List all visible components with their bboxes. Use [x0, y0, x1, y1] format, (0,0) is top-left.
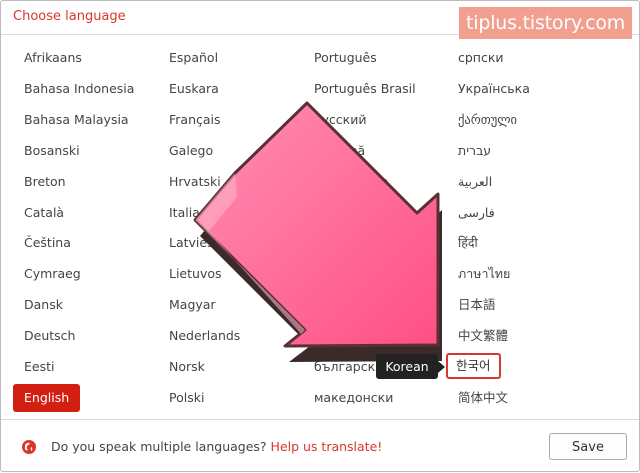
- language-option[interactable]: ภาษาไทย: [458, 266, 510, 282]
- language-option[interactable]: Breton: [24, 174, 66, 190]
- language-option[interactable]: ქართული: [458, 112, 517, 128]
- language-option[interactable]: 中文繁體: [458, 328, 508, 344]
- save-button[interactable]: Save: [549, 433, 627, 460]
- language-option[interactable]: Polski: [169, 390, 204, 406]
- language-option-selected[interactable]: English: [13, 384, 81, 412]
- language-option[interactable]: Eesti: [24, 359, 54, 375]
- footer-question: Do you speak multiple languages? Help us…: [51, 439, 382, 454]
- help-translate-link[interactable]: Help us translate!: [271, 439, 383, 454]
- language-option[interactable]: 简体中文: [458, 390, 508, 406]
- language-tooltip: Korean: [376, 354, 438, 379]
- language-option[interactable]: हिंदी: [458, 235, 478, 251]
- language-option[interactable]: Ελληνικά: [314, 328, 371, 344]
- language-option[interactable]: македонски: [314, 390, 393, 406]
- language-option[interactable]: Català: [24, 205, 64, 221]
- language-option[interactable]: Español: [169, 50, 218, 66]
- language-option[interactable]: Norsk: [169, 359, 205, 375]
- language-option[interactable]: Русский: [314, 112, 366, 128]
- language-option[interactable]: Bahasa Indonesia: [24, 81, 134, 97]
- language-option[interactable]: Italiano: [169, 205, 215, 221]
- language-option[interactable]: 日本語: [458, 297, 496, 313]
- language-option[interactable]: Slovenský: [314, 205, 377, 221]
- language-option[interactable]: Українська: [458, 81, 530, 97]
- language-option[interactable]: Português: [314, 50, 377, 66]
- language-option-highlighted[interactable]: 한국어: [446, 353, 501, 379]
- tooltip-tail: [438, 361, 445, 373]
- language-option[interactable]: Türkçe: [314, 297, 355, 313]
- language-option[interactable]: български: [314, 359, 383, 375]
- language-grid: Afrikaans Bahasa Indonesia Bahasa Malays…: [1, 1, 640, 421]
- language-option[interactable]: العربية: [458, 174, 492, 190]
- language-option[interactable]: Čeština: [24, 235, 71, 251]
- language-option[interactable]: فارسی: [458, 205, 495, 221]
- language-option[interactable]: Lietuvos: [169, 266, 222, 282]
- language-option[interactable]: Hrvatski: [169, 174, 221, 190]
- language-option[interactable]: עברית: [458, 143, 491, 159]
- language-option[interactable]: Cymraeg: [24, 266, 81, 282]
- language-option[interactable]: Svenska: [314, 266, 366, 282]
- language-option[interactable]: Galego: [169, 143, 213, 159]
- language-option[interactable]: Afrikaans: [24, 50, 82, 66]
- language-option[interactable]: Nederlands: [169, 328, 240, 344]
- language-option[interactable]: Bosanski: [24, 143, 80, 159]
- language-option[interactable]: Latviešu: [169, 235, 222, 251]
- dialog-footer: Do you speak multiple languages? Help us…: [1, 419, 639, 472]
- language-option[interactable]: Dansk: [24, 297, 63, 313]
- globe-icon: [22, 440, 36, 454]
- language-option[interactable]: Deutsch: [24, 328, 75, 344]
- language-option[interactable]: Magyar: [169, 297, 216, 313]
- watermark: tiplus.tistory.com: [459, 7, 633, 39]
- language-option[interactable]: Português Brasil: [314, 81, 416, 97]
- language-dialog: Choose language Afrikaans Bahasa Indones…: [0, 0, 640, 472]
- language-option[interactable]: Română: [314, 143, 365, 159]
- language-option[interactable]: Slovenščina: [314, 174, 389, 190]
- footer-question-text: Do you speak multiple languages?: [51, 439, 267, 454]
- language-option[interactable]: Suomi: [314, 235, 353, 251]
- language-option[interactable]: српски: [458, 50, 504, 66]
- language-option[interactable]: Bahasa Malaysia: [24, 112, 129, 128]
- language-option[interactable]: Euskara: [169, 81, 219, 97]
- language-option[interactable]: Français: [169, 112, 221, 128]
